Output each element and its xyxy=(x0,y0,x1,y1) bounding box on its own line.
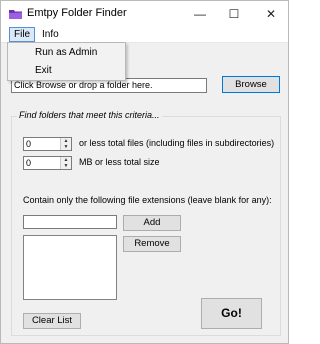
max-size-label: MB or less total size xyxy=(79,157,160,167)
minimize-button[interactable]: — xyxy=(183,1,217,27)
purple-folder-icon xyxy=(9,10,22,19)
window-title: Emtpy Folder Finder xyxy=(27,7,127,19)
menu-item-exit[interactable]: Exit xyxy=(8,62,125,80)
down-arrow-icon[interactable]: ▼ xyxy=(61,144,71,150)
clear-list-button[interactable]: Clear List xyxy=(23,313,81,329)
browse-button[interactable]: Browse xyxy=(222,76,280,93)
menu-bar: File Info xyxy=(1,27,288,43)
max-files-stepper-buttons: ▲ ▼ xyxy=(60,138,71,150)
max-size-stepper[interactable]: 0 ▲ ▼ xyxy=(23,156,72,170)
go-button[interactable]: Go! xyxy=(201,298,262,329)
max-size-value[interactable]: 0 xyxy=(26,157,31,169)
max-files-stepper[interactable]: 0 ▲ ▼ xyxy=(23,137,72,151)
extension-input[interactable] xyxy=(23,215,117,229)
maximize-button[interactable]: ☐ xyxy=(217,1,251,27)
criteria-legend: Find folders that meet this criteria... xyxy=(17,110,162,120)
max-files-label: or less total files (including files in … xyxy=(79,138,275,148)
menu-info[interactable]: Info xyxy=(38,27,63,43)
remove-button[interactable]: Remove xyxy=(123,236,181,252)
extensions-label: Contain only the following file extensio… xyxy=(23,195,272,205)
max-files-value[interactable]: 0 xyxy=(26,138,31,150)
menu-item-run-as-admin[interactable]: Run as Admin xyxy=(8,44,125,62)
add-button[interactable]: Add xyxy=(123,215,181,231)
extensions-list[interactable] xyxy=(23,235,117,300)
file-dropdown-menu: Run as Admin Exit xyxy=(7,42,126,81)
down-arrow-icon[interactable]: ▼ xyxy=(61,163,71,169)
app-window: Emtpy Folder Finder — ☐ ✕ File Info Run … xyxy=(0,0,289,344)
title-bar[interactable]: Emtpy Folder Finder — ☐ ✕ xyxy=(1,1,288,27)
close-button[interactable]: ✕ xyxy=(254,1,288,27)
menu-file[interactable]: File xyxy=(9,27,36,42)
max-size-stepper-buttons: ▲ ▼ xyxy=(60,157,71,169)
